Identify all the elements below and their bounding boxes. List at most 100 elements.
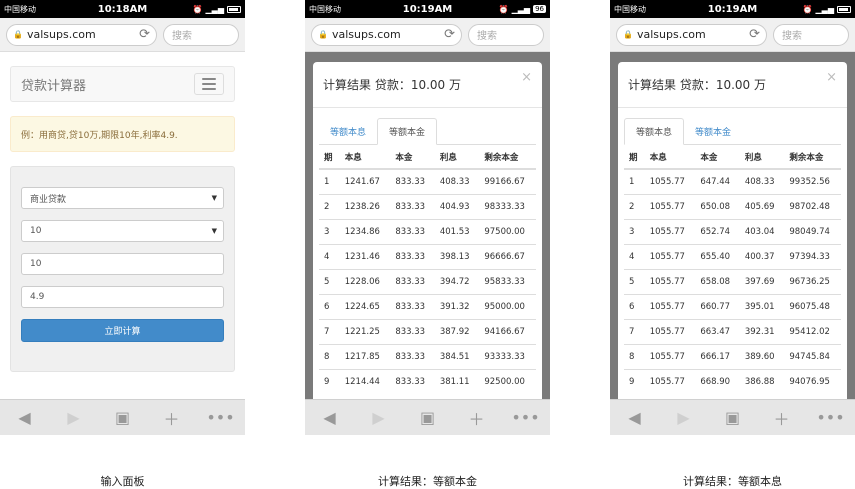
more-icon[interactable]: ••• <box>816 408 846 427</box>
loan-type-value: 商业贷款 <box>30 194 67 205</box>
tab-equal-principal[interactable]: 等额本金 <box>684 118 742 144</box>
loan-type-select[interactable]: 商业贷款 ▼ <box>21 187 224 209</box>
url-text: valsups.com <box>331 28 401 41</box>
table-cell: 95000.00 <box>479 293 536 319</box>
column-header: 本金 <box>695 145 740 170</box>
page-content: 计算结果 贷款：10.00 万 × 等额本息 等额本金 期 本息 本金 利息 剩… <box>305 52 550 399</box>
back-icon[interactable]: ◀ <box>10 408 40 427</box>
add-icon[interactable]: ＋ <box>767 406 797 430</box>
modal-header: 计算结果 贷款：10.00 万 × <box>313 62 542 108</box>
table-cell: 8 <box>624 343 645 369</box>
table-cell: 4 <box>624 243 645 269</box>
result-tabs: 等额本息 等额本金 <box>319 118 536 145</box>
table-row: 6 1055.77 660.77 395.01 96075.48 <box>624 293 841 319</box>
navbar: 贷款计算器 <box>10 66 235 102</box>
column-header: 本息 <box>644 145 696 170</box>
table-cell: 1217.85 <box>339 343 391 369</box>
table-cell: 1055.77 <box>644 293 696 319</box>
back-icon[interactable]: ◀ <box>620 408 650 427</box>
table-cell: 387.92 <box>434 318 480 344</box>
more-icon[interactable]: ••• <box>206 408 236 427</box>
table-cell: 3 <box>319 218 340 244</box>
address-bar[interactable]: 🔒 valsups.com ⟳ <box>311 23 462 46</box>
table-cell: 655.40 <box>695 243 740 269</box>
table-cell: 652.74 <box>695 218 740 244</box>
forward-icon[interactable]: ▶ <box>364 408 394 427</box>
battery-icon <box>227 5 241 13</box>
table-cell: 8 <box>319 343 340 369</box>
table-cell: 1055.77 <box>644 343 696 369</box>
table-body: 1 1055.77 647.44 408.33 99352.56 2 1055.77 650.… <box>624 168 841 394</box>
table-cell: 94076.95 <box>784 368 841 394</box>
table-cell: 660.77 <box>695 293 740 319</box>
table-cell: 97500.00 <box>479 218 536 244</box>
tabs-icon[interactable]: ▣ <box>108 408 138 427</box>
reload-icon[interactable]: ⟳ <box>749 27 760 42</box>
address-bar[interactable]: 🔒 valsups.com ⟳ <box>616 23 767 46</box>
close-icon[interactable]: × <box>521 70 532 85</box>
table-row: 2 1055.77 650.08 405.69 98702.48 <box>624 193 841 219</box>
table-cell: 92500.00 <box>479 368 536 394</box>
table-cell: 3 <box>624 218 645 244</box>
modal-title: 计算结果 贷款：10.00 万 <box>628 78 766 92</box>
add-icon[interactable]: ＋ <box>462 406 492 430</box>
close-icon[interactable]: × <box>826 70 837 85</box>
table-cell: 1055.77 <box>644 168 696 194</box>
tab-equal-principal[interactable]: 等额本金 <box>377 118 438 145</box>
table-cell: 405.69 <box>739 193 785 219</box>
reload-icon[interactable]: ⟳ <box>444 27 455 42</box>
browser-toolbar: ◀ ▶ ▣ ＋ ••• <box>0 399 245 435</box>
url-text: valsups.com <box>636 28 706 41</box>
menu-toggle-icon[interactable] <box>194 73 224 95</box>
table-cell: 395.01 <box>739 293 785 319</box>
more-icon[interactable]: ••• <box>511 408 541 427</box>
table-cell: 833.33 <box>390 368 435 394</box>
years-select[interactable]: 10 ▼ <box>21 220 224 242</box>
browser-bar: 🔒 valsups.com ⟳ 搜索 <box>0 18 245 52</box>
add-icon[interactable]: ＋ <box>157 406 187 430</box>
forward-icon[interactable]: ▶ <box>669 408 699 427</box>
table-cell: 1228.06 <box>339 268 391 294</box>
table-row: 6 1224.65 833.33 391.32 95000.00 <box>319 293 536 319</box>
tab-equal-interest[interactable]: 等额本息 <box>624 118 685 145</box>
table-cell: 381.11 <box>434 368 480 394</box>
table-row: 4 1055.77 655.40 400.37 97394.33 <box>624 243 841 269</box>
caret-down-icon: ▼ <box>211 227 217 235</box>
back-icon[interactable]: ◀ <box>315 408 345 427</box>
table-row: 2 1238.26 833.33 404.93 98333.33 <box>319 193 536 219</box>
table-cell: 96666.67 <box>479 243 536 269</box>
table-cell: 7 <box>624 318 645 344</box>
table-cell: 666.17 <box>695 343 740 369</box>
calculate-button[interactable]: 立即计算 <box>21 319 224 342</box>
calc-form: 商业贷款 ▼ 10 ▼ 10 4.9 立即计算 <box>10 166 235 372</box>
table-cell: 1055.77 <box>644 218 696 244</box>
tabs-icon[interactable]: ▣ <box>718 408 748 427</box>
table-cell: 1238.26 <box>339 193 391 219</box>
table-cell: 1221.25 <box>339 318 391 344</box>
result-tabs: 等额本息 等额本金 <box>624 118 841 145</box>
amount-input[interactable]: 10 <box>21 253 224 275</box>
search-input[interactable]: 搜索 <box>773 23 849 46</box>
table-cell: 833.33 <box>390 243 435 269</box>
table-cell: 99166.67 <box>479 168 536 194</box>
table-cell: 408.33 <box>434 168 480 194</box>
forward-icon[interactable]: ▶ <box>59 408 89 427</box>
address-bar[interactable]: 🔒 valsups.com ⟳ <box>6 23 157 46</box>
rate-input[interactable]: 4.9 <box>21 286 224 308</box>
table-row: 8 1217.85 833.33 384.51 93333.33 <box>319 343 536 369</box>
example-alert: 例：用商贷,贷10万,期限10年,利率4.9. <box>10 116 235 152</box>
reload-icon[interactable]: ⟳ <box>139 27 150 42</box>
tab-equal-interest[interactable]: 等额本息 <box>319 118 377 144</box>
tabs-icon[interactable]: ▣ <box>413 408 443 427</box>
status-bar: 中国移动 10:19AM ⏰ ▁▃▅ <box>610 0 855 18</box>
table-cell: 5 <box>319 268 340 294</box>
table-body: 1 1241.67 833.33 408.33 99166.67 2 1238.26 833.… <box>319 168 536 394</box>
search-input[interactable]: 搜索 <box>163 23 239 46</box>
table-cell: 95833.33 <box>479 268 536 294</box>
page-content: 贷款计算器 例：用商贷,贷10万,期限10年,利率4.9. 商业贷款 ▼ 10 ▼ … <box>0 52 245 399</box>
table-cell: 647.44 <box>695 168 740 194</box>
table-cell: 668.90 <box>695 368 740 394</box>
table-cell: 833.33 <box>390 293 435 319</box>
search-input[interactable]: 搜索 <box>468 23 544 46</box>
table-cell: 658.08 <box>695 268 740 294</box>
